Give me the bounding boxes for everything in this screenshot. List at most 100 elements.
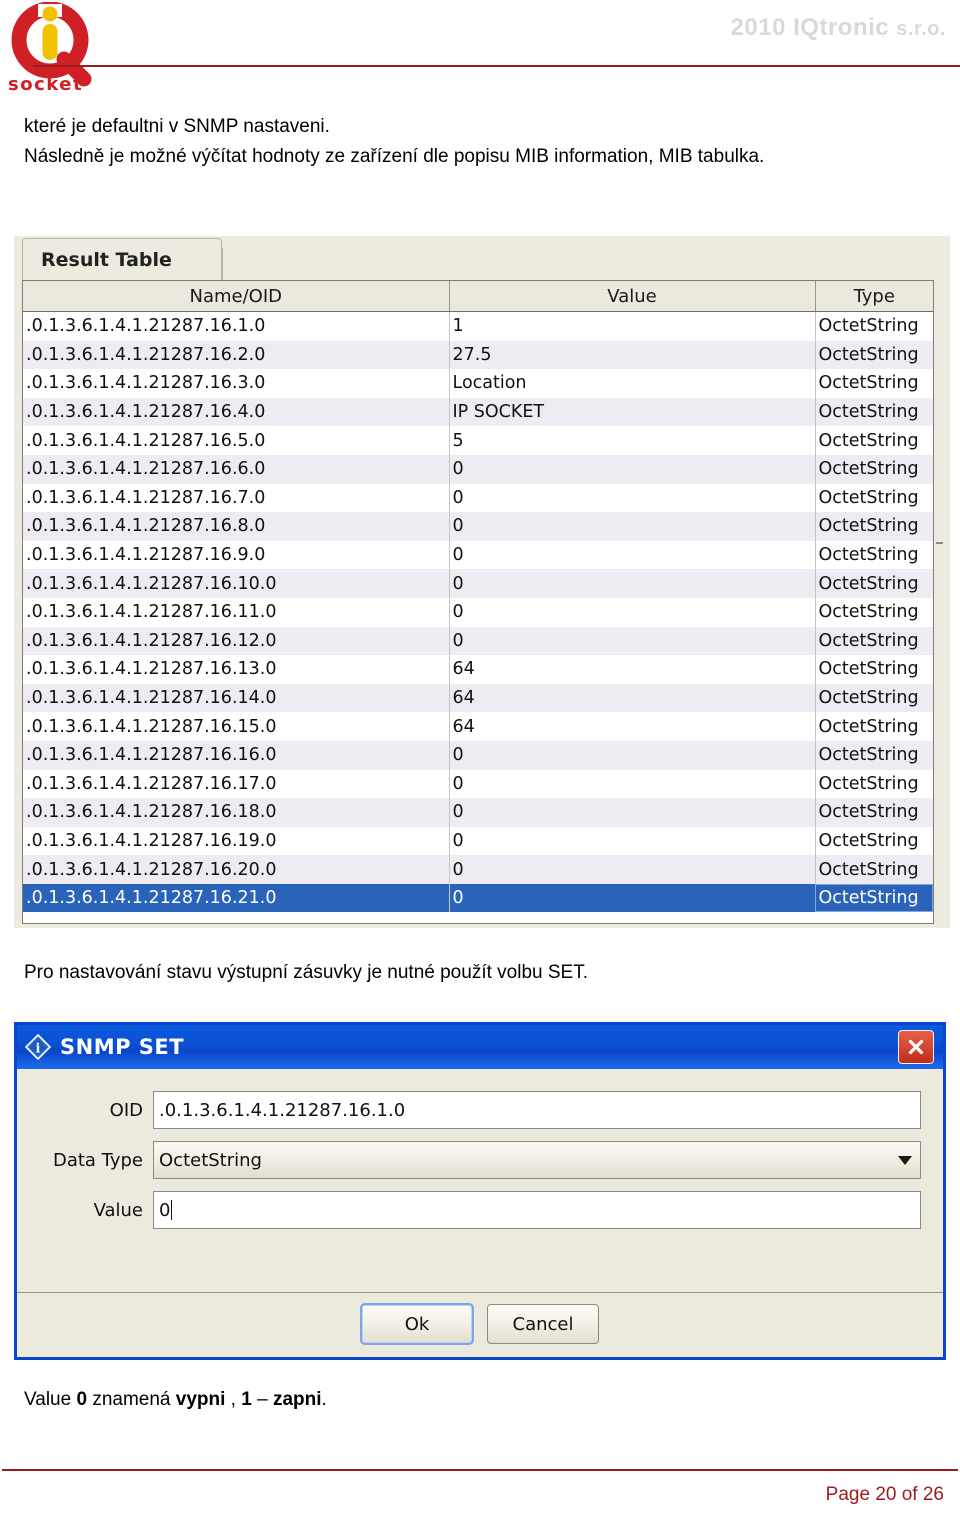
cell-type: OctetString (815, 512, 933, 541)
table-row[interactable]: .0.1.3.6.1.4.1.21287.16.6.0 0 OctetString (23, 454, 933, 484)
tab-result-table-label: Result Table (41, 248, 172, 271)
cell-value: 0 (449, 512, 816, 541)
cell-oid: .0.1.3.6.1.4.1.21287.16.5.0 (23, 426, 450, 455)
cell-type: OctetString (815, 311, 933, 341)
dialog-titlebar[interactable]: i SNMP SET (17, 1025, 943, 1069)
middle-paragraph: Pro nastavování stavu výstupní zásuvky j… (24, 962, 588, 983)
header-year: 2010 (730, 14, 786, 41)
cell-value: 0 (449, 883, 816, 913)
column-header-name-oid[interactable]: Name/OID (23, 281, 450, 312)
dialog-footer: Ok Cancel (17, 1293, 943, 1355)
cell-value: 0 (449, 855, 816, 884)
table-row[interactable]: .0.1.3.6.1.4.1.21287.16.1.0 1 OctetString (23, 311, 933, 341)
cell-type: OctetString (815, 826, 933, 856)
cell-type: OctetString (815, 740, 933, 770)
cell-oid: .0.1.3.6.1.4.1.21287.16.7.0 (23, 483, 450, 513)
result-table-panel: Result Table Name/OID Value Type .0.1.3.… (14, 236, 950, 928)
cell-value: 0 (449, 798, 816, 827)
header-company: IQtronic (793, 14, 890, 41)
table-row[interactable]: .0.1.3.6.1.4.1.21287.16.13.0 64 OctetStrin… (23, 655, 933, 684)
dialog-title: SNMP SET (60, 1035, 185, 1059)
cell-value: 64 (449, 683, 816, 713)
cell-oid: .0.1.3.6.1.4.1.21287.16.6.0 (23, 454, 450, 484)
table-row[interactable]: .0.1.3.6.1.4.1.21287.16.2.0 27.5 OctetStri… (23, 340, 933, 370)
chevron-down-icon (898, 1155, 912, 1165)
table-row[interactable]: .0.1.3.6.1.4.1.21287.16.5.0 5 OctetString (23, 426, 933, 455)
table-row[interactable]: .0.1.3.6.1.4.1.21287.16.19.0 0 OctetString (23, 826, 933, 856)
column-header-type[interactable]: Type (815, 281, 933, 312)
cell-value: 64 (449, 655, 816, 684)
table-row[interactable]: .0.1.3.6.1.4.1.21287.16.8.0 0 OctetString (23, 512, 933, 541)
cell-oid: .0.1.3.6.1.4.1.21287.16.16.0 (23, 740, 450, 770)
datatype-label: Data Type (52, 1149, 143, 1171)
table-row[interactable]: .0.1.3.6.1.4.1.21287.16.7.0 0 OctetString (23, 483, 933, 513)
cancel-button[interactable]: Cancel (487, 1304, 599, 1344)
cell-type: OctetString (815, 683, 933, 713)
table-row[interactable]: .0.1.3.6.1.4.1.21287.16.14.0 64 OctetStrin… (23, 683, 933, 713)
cell-oid: .0.1.3.6.1.4.1.21287.16.19.0 (23, 826, 450, 856)
table-row[interactable]: .0.1.3.6.1.4.1.21287.16.16.0 0 OctetString (23, 740, 933, 770)
ok-button[interactable]: Ok (360, 1303, 474, 1345)
tab-result-table[interactable]: Result Table (22, 238, 222, 280)
cell-value: 0 (449, 569, 816, 598)
cell-oid: .0.1.3.6.1.4.1.21287.16.8.0 (23, 512, 450, 541)
cell-type: OctetString (815, 340, 933, 370)
panel-resize-tick (936, 542, 943, 544)
column-header-value[interactable]: Value (449, 281, 816, 312)
cell-oid: .0.1.3.6.1.4.1.21287.16.17.0 (23, 769, 450, 799)
dialog-separator (17, 1292, 943, 1293)
table-header-row: Name/OID Value Type (23, 281, 933, 312)
cell-oid: .0.1.3.6.1.4.1.21287.16.21.0 (23, 883, 450, 913)
dialog-body: OID .0.1.3.6.1.4.1.21287.16.1.0 Data Typ… (17, 1069, 943, 1293)
cell-type: OctetString (815, 454, 933, 484)
page-header: socket 2010 IQtronic s.r.o. (0, 0, 960, 96)
table-row[interactable]: .0.1.3.6.1.4.1.21287.16.21.0 0 OctetString (23, 883, 933, 913)
page-number: Page 20 of 26 (825, 1484, 944, 1505)
cell-type: OctetString (815, 569, 933, 598)
datatype-select[interactable]: OctetString (153, 1141, 921, 1179)
cell-value: 0 (449, 454, 816, 484)
cell-oid: .0.1.3.6.1.4.1.21287.16.12.0 (23, 626, 450, 656)
header-copyright: 2010 IQtronic s.r.o. (731, 14, 946, 42)
bottom-note: Value 0 znamená vypni , 1 – zapni. (24, 1385, 960, 1415)
bottom-note-mid2: , (225, 1389, 242, 1410)
oid-input-value: .0.1.3.6.1.4.1.21287.16.1.0 (159, 1099, 406, 1121)
table-row[interactable]: .0.1.3.6.1.4.1.21287.16.9.0 0 OctetString (23, 540, 933, 570)
table-row[interactable]: .0.1.3.6.1.4.1.21287.16.15.0 64 OctetStrin… (23, 712, 933, 741)
table-row[interactable]: .0.1.3.6.1.4.1.21287.16.3.0 Location Octet… (23, 369, 933, 398)
header-divider (33, 65, 960, 67)
table-row[interactable]: .0.1.3.6.1.4.1.21287.16.4.0 IP SOCKET Octe… (23, 397, 933, 427)
cell-value: 27.5 (449, 340, 816, 370)
cell-oid: .0.1.3.6.1.4.1.21287.16.10.0 (23, 569, 450, 598)
logo-socket-text: socket (8, 74, 83, 94)
table-row[interactable]: .0.1.3.6.1.4.1.21287.16.18.0 0 OctetString (23, 798, 933, 827)
bottom-note-one: 1 (241, 1389, 252, 1410)
table-row[interactable]: .0.1.3.6.1.4.1.21287.16.10.0 0 OctetString (23, 569, 933, 598)
cell-type: OctetString (815, 626, 933, 656)
table-row[interactable]: .0.1.3.6.1.4.1.21287.16.17.0 0 OctetString (23, 769, 933, 799)
tabstrip: Result Table (14, 236, 950, 280)
cell-oid: .0.1.3.6.1.4.1.21287.16.9.0 (23, 540, 450, 570)
result-grid-wrapper[interactable]: Name/OID Value Type .0.1.3.6.1.4.1.21287… (22, 280, 934, 924)
value-input[interactable]: 0 (153, 1191, 921, 1229)
cell-oid: .0.1.3.6.1.4.1.21287.16.11.0 (23, 597, 450, 627)
panel-right-edge (934, 280, 950, 924)
cell-value: Location (449, 369, 816, 398)
tabstrip-divider (222, 248, 223, 280)
oid-input[interactable]: .0.1.3.6.1.4.1.21287.16.1.0 (153, 1091, 921, 1129)
table-row[interactable]: .0.1.3.6.1.4.1.21287.16.20.0 0 OctetString (23, 855, 933, 884)
close-icon[interactable] (898, 1030, 934, 1064)
intro-paragraph: které je defaultni v SNMP nastaveni. Nás… (24, 116, 765, 167)
cell-value: 5 (449, 426, 816, 455)
bottom-note-zero: 0 (76, 1389, 88, 1410)
snmp-set-dialog: i SNMP SET OID .0.1.3.6.1.4.1.21287.16.1… (14, 1022, 946, 1360)
cell-value: 0 (449, 540, 816, 570)
svg-text:i: i (36, 1042, 41, 1057)
table-row[interactable]: .0.1.3.6.1.4.1.21287.16.12.0 0 OctetString (23, 626, 933, 656)
bottom-note-mid1: znamená (87, 1389, 176, 1410)
bottom-note-prefix: Value (24, 1389, 77, 1410)
cell-value: 0 (449, 740, 816, 770)
cell-type: OctetString (815, 369, 933, 398)
value-label: Value (93, 1199, 143, 1221)
table-row[interactable]: .0.1.3.6.1.4.1.21287.16.11.0 0 OctetString (23, 597, 933, 627)
